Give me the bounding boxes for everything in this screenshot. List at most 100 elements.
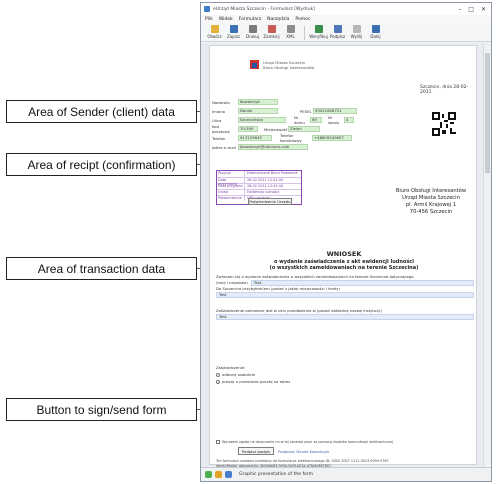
receipt-value: Ewidencja ludności <box>247 190 280 194</box>
sign-icon <box>333 25 342 33</box>
verify-icon <box>314 25 323 33</box>
sign-button[interactable]: Podpisz podpis <box>238 447 275 455</box>
receipt-key: Data przyjęcia <box>217 184 245 189</box>
pesel-label: PESEL <box>300 108 312 114</box>
toolbar: Otwórz Zapisz Drukuj Zamknij XML Weryfik… <box>201 24 491 42</box>
purpose-field[interactable]: Test <box>216 314 474 320</box>
status-text: Graphic presentation of the form <box>239 472 313 477</box>
receipt-key: Potwierdzenie <box>217 196 245 201</box>
send-icon <box>352 25 361 33</box>
first-name-field[interactable]: Daniel <box>238 108 278 114</box>
pesel-field[interactable]: 93021608721 <box>313 108 357 114</box>
form-page: Urząd Miasta Szczecin Biuro Obsługi Inte… <box>209 45 478 479</box>
phone-label: Telefon <box>212 135 226 141</box>
first-name-label: Imiona <box>212 108 225 114</box>
app-window: eUrząd Miasta Szczecin - Formularz [Wydr… <box>200 2 492 482</box>
mobile-label: Telefon komórkowy <box>280 133 302 143</box>
recipient-address: Biuro Obsługi Interesantów Urząd Miasta … <box>388 188 474 216</box>
toolbar-next-button[interactable]: Dalej <box>366 24 385 39</box>
receipt-header: Pozycja <box>217 171 245 177</box>
postcode-label: Kod pocztowy <box>212 124 230 134</box>
city-field[interactable]: Zieleń <box>288 126 320 132</box>
toolbar-verify-button[interactable]: Weryfikuj <box>309 24 328 39</box>
toolbar-sign-button[interactable]: Podpisz <box>328 24 347 39</box>
toolbar-label: XML <box>286 34 295 39</box>
phone-field[interactable]: 913133645 <box>238 135 272 141</box>
delivery-radio-personal[interactable] <box>216 372 220 377</box>
postcode-field[interactable]: 70-500 <box>238 126 258 132</box>
email-label: Adres e-mail <box>212 144 236 150</box>
form-title: WNIOSEK <box>326 250 362 258</box>
street-label: Ulica <box>212 117 222 123</box>
arrival-field[interactable]: Test <box>216 292 474 298</box>
surname-field[interactable]: Kowalczyk <box>238 99 278 105</box>
qr-code-icon <box>432 112 456 136</box>
form-subtitle: o wydanie zaświadczenia z akt ewidencji … <box>210 259 478 271</box>
status-warning-icon <box>215 471 222 478</box>
address-line: pl. Armii Krajowej 1 <box>405 202 457 208</box>
toolbar-label: Dalej <box>370 34 381 39</box>
transaction-data-area: Zwracam się o wydanie zaświadczenia o ws… <box>216 274 474 322</box>
toolbar-label: Otwórz <box>207 34 222 39</box>
toolbar-label: Wyślij <box>350 34 363 39</box>
status-ok-icon <box>205 471 212 478</box>
sender-data-area: Nazwisko Kowalczyk Imiona Daniel PESEL 9… <box>212 98 397 167</box>
email-field[interactable]: jkowalczyk@utonium.com <box>238 144 308 150</box>
receipt-confirmation-button[interactable]: Potwierdzenie Urzędu <box>248 198 292 205</box>
date-line: Szczecin, dnia 28-02-2011 <box>420 85 469 95</box>
street-field[interactable]: Szczecińska <box>238 117 286 123</box>
mobile-field[interactable]: +48605540657 <box>312 135 352 141</box>
vertical-scrollbar[interactable] <box>483 43 491 467</box>
signer-link[interactable]: Podpisał: Daniel Kowalczyk <box>278 449 329 454</box>
subtitle-line: (o wszystkich zameldowaniach na terenie … <box>269 265 419 271</box>
toolbar-xml-button[interactable]: XML <box>281 24 300 39</box>
consent-checkbox[interactable] <box>216 440 220 444</box>
window-title: eUrząd Miasta Szczecin - Formularz [Wydr… <box>213 6 315 12</box>
toolbar-close-button[interactable]: Zamknij <box>262 24 281 39</box>
toolbar-label: Zapisz <box>226 34 241 39</box>
delivery-options: Zaświadczenie: odbiorę osobiście proszę … <box>216 364 356 385</box>
office-name: Urząd Miasta Szczecin Biuro Obsługi Inte… <box>263 60 314 70</box>
address-line: 70-456 Szczecin <box>409 209 453 215</box>
delivery-option-label: proszę o przesłanie pocztą na adres <box>222 379 291 384</box>
next-icon <box>371 25 380 33</box>
close-button[interactable]: ✕ <box>481 6 486 13</box>
office-line: Biuro Obsługi Interesantów <box>263 65 315 70</box>
menu-file[interactable]: Plik <box>205 17 213 22</box>
xml-icon <box>286 25 295 33</box>
open-icon <box>210 25 219 33</box>
toolbar-label: Podpisz <box>329 34 346 39</box>
menu-form[interactable]: Formularz <box>239 17 261 22</box>
toolbar-label: Drukuj <box>245 34 260 39</box>
receipt-key: Urząd <box>217 190 245 195</box>
city-label: Miejscowość <box>264 126 288 132</box>
city-logo-icon <box>250 60 259 69</box>
document-area: Urząd Miasta Szczecin Biuro Obsługi Inte… <box>201 43 491 479</box>
menu-help[interactable]: Pomoc <box>295 17 310 22</box>
house-field[interactable]: 69 <box>310 117 322 123</box>
toolbar-send-button[interactable]: Wyślij <box>347 24 366 39</box>
callout-transaction: Area of transaction data <box>6 257 197 280</box>
receipt-value: 28-02-2011 12:41:44 <box>247 184 284 188</box>
menu-view[interactable]: Widok <box>219 17 233 22</box>
maximize-button[interactable]: □ <box>468 6 474 13</box>
consent-label: Wyrażam zgodę na doręczanie mi w tej spr… <box>222 440 394 444</box>
minimize-button[interactable]: – <box>458 6 461 13</box>
toolbar-open-button[interactable]: Otwórz <box>205 24 224 39</box>
menu-tools[interactable]: Narzędzia <box>267 17 289 22</box>
status-bar: Graphic presentation of the form <box>201 467 491 481</box>
flat-field[interactable]: 4 <box>344 117 354 123</box>
scrollbar-thumb[interactable] <box>485 53 490 173</box>
toolbar-print-button[interactable]: Drukuj <box>243 24 262 39</box>
callout-sign: Button to sign/send form <box>6 398 197 421</box>
delivery-radio-post[interactable] <box>216 379 220 384</box>
toolbar-save-button[interactable]: Zapisz <box>224 24 243 39</box>
address-line: Biuro Obsługi Interesantów <box>395 188 467 194</box>
house-label: Nr domu <box>294 115 305 125</box>
callout-receipt: Area of recipt (confirmation) <box>6 153 197 176</box>
app-icon <box>204 6 210 12</box>
receipt-value: 28-02-2011 12:41:44 <box>247 178 284 182</box>
close-doc-icon <box>267 25 276 33</box>
print-icon <box>248 25 257 33</box>
toolbar-separator <box>304 26 305 40</box>
